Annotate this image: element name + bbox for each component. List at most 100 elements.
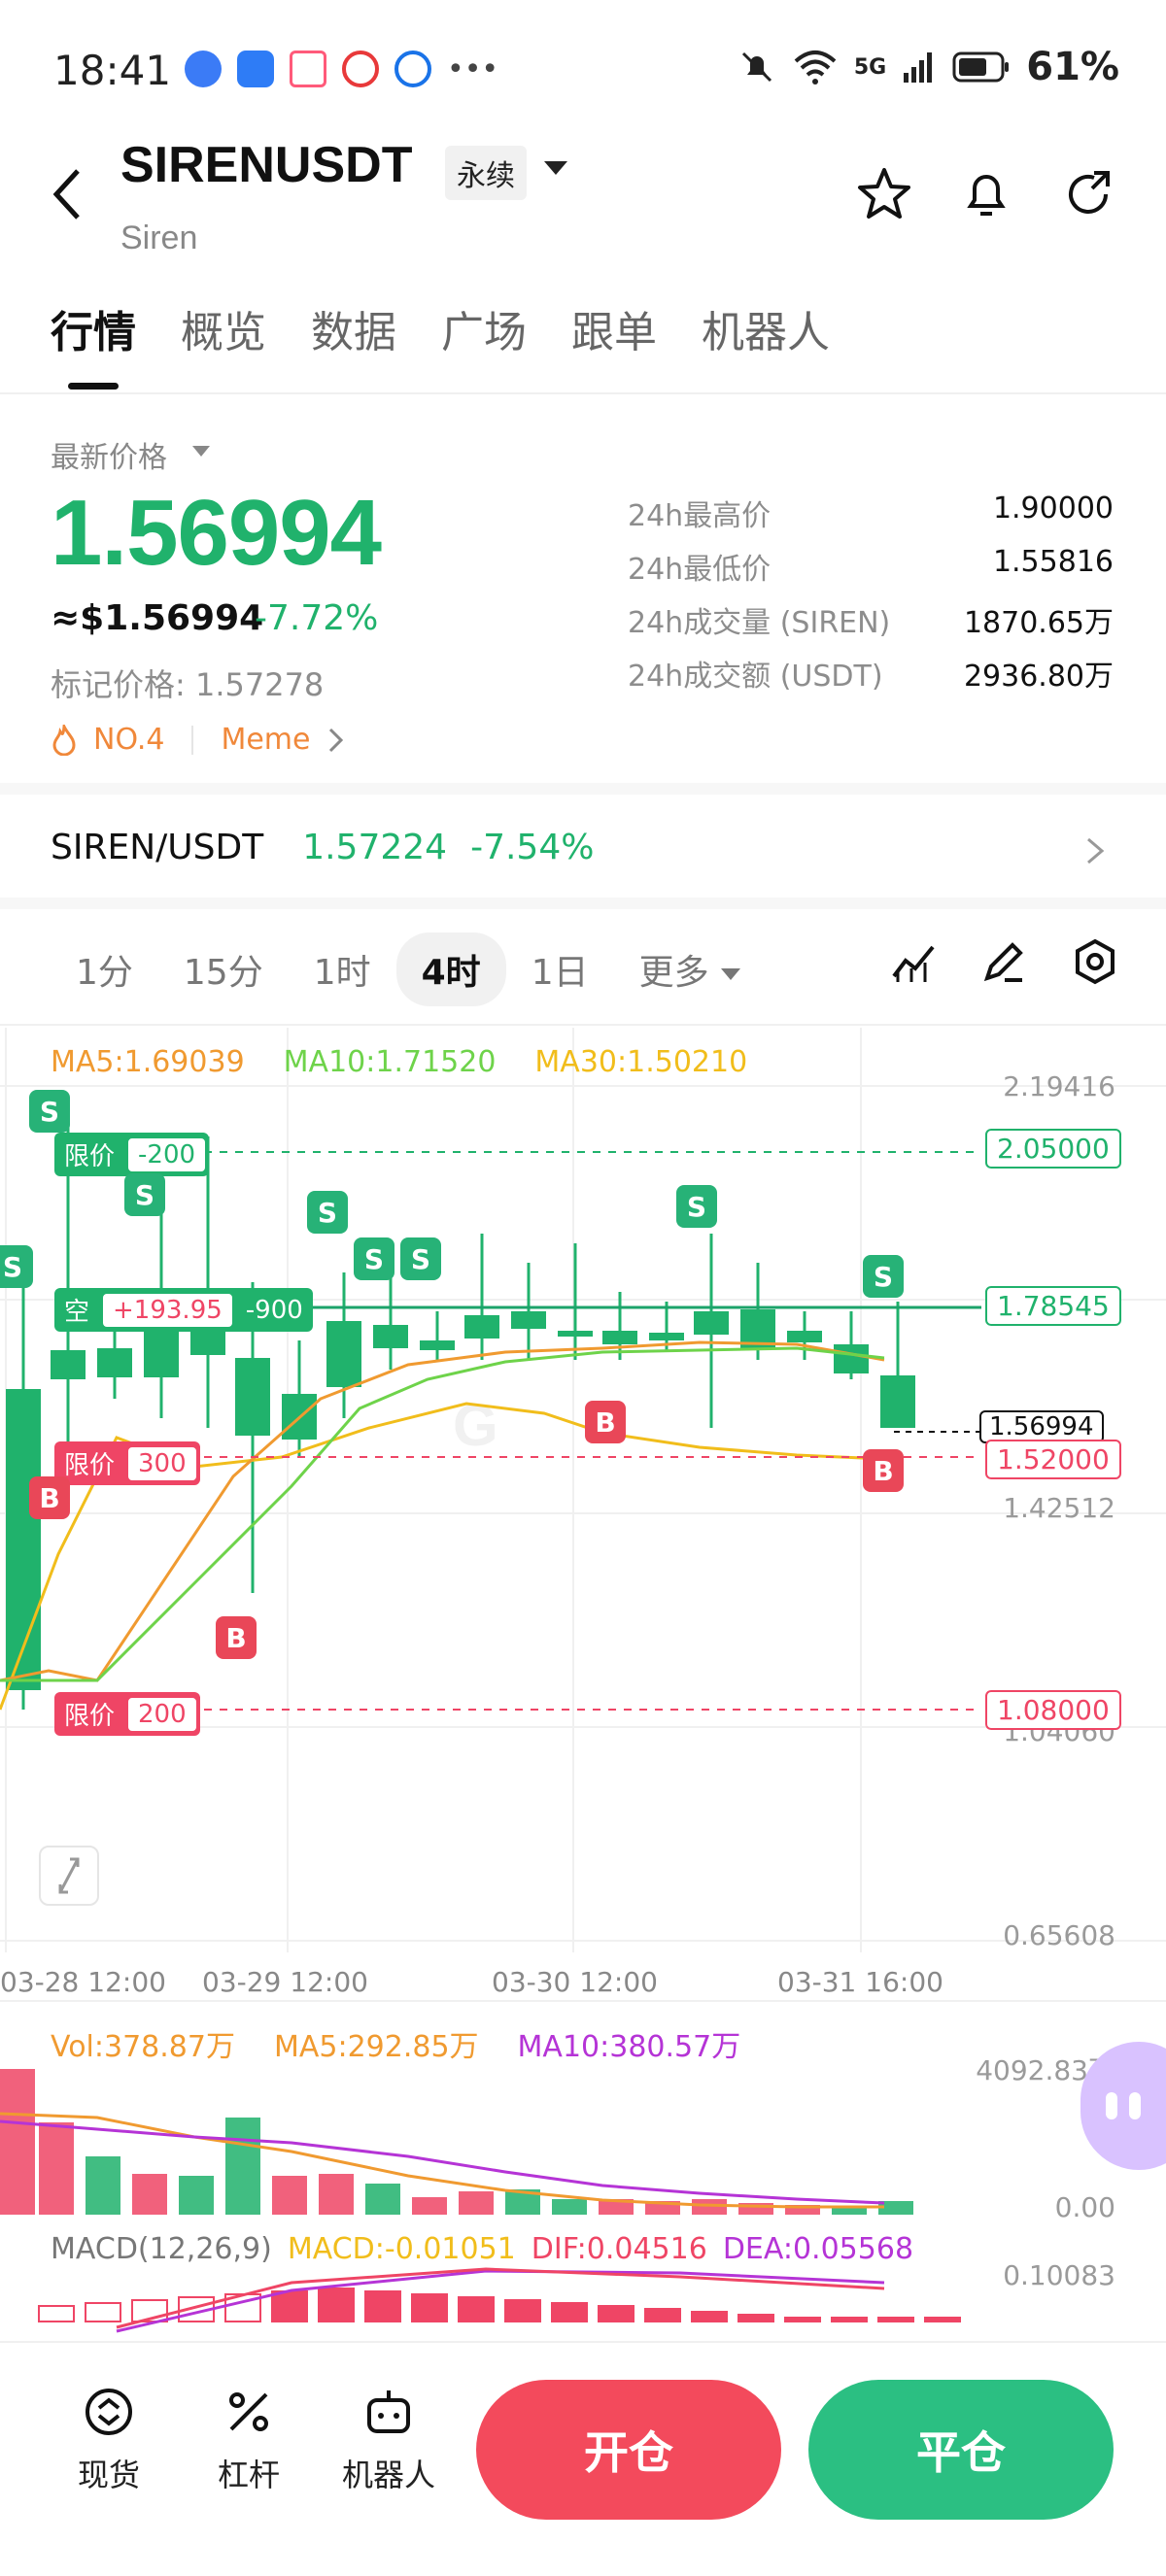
chevron-right-icon[interactable] <box>326 726 346 755</box>
timeframe-15m[interactable]: 15分 <box>158 932 289 1006</box>
volume-ma5: MA5:292.85万 <box>273 2030 479 2064</box>
chevron-right-icon[interactable] <box>1080 831 1110 870</box>
bell-icon[interactable] <box>957 165 1015 223</box>
sell-marker[interactable]: S <box>400 1237 441 1280</box>
draw-pencil-icon[interactable] <box>979 937 1028 986</box>
chevron-down-icon[interactable] <box>544 161 567 175</box>
wallet-app-icon <box>237 51 274 87</box>
tab-data[interactable]: 数据 <box>311 297 396 359</box>
contract-symbol[interactable]: SIRENUSDT <box>120 136 412 194</box>
sell-marker[interactable]: S <box>124 1173 165 1216</box>
stat-label: 24h最低价 <box>628 553 772 587</box>
order-price-tag[interactable]: 2.05000 <box>985 1129 1121 1169</box>
share-icon[interactable] <box>1059 165 1117 223</box>
timeframe-1h[interactable]: 1时 <box>289 932 396 1006</box>
position-pnl: +193.95 <box>101 1291 234 1329</box>
main-tabs: 行情 概览 数据 广场 跟单 机器人 <box>51 297 830 359</box>
fullscreen-button[interactable] <box>39 1846 99 1906</box>
order-price-tag[interactable]: 1.08000 <box>985 1690 1121 1730</box>
timeframe-more[interactable]: 更多 <box>614 932 766 1006</box>
order-price-tag[interactable]: 1.52000 <box>985 1440 1121 1479</box>
buy-marker[interactable]: B <box>585 1401 626 1443</box>
latest-price-label[interactable]: 最新价格 <box>51 433 167 476</box>
position-chip[interactable]: 空 +193.95 -900 <box>54 1288 313 1332</box>
sell-marker[interactable]: S <box>307 1191 348 1234</box>
spot-change: -7.54% <box>470 828 595 867</box>
contract-type-badge[interactable]: 永续 <box>445 146 527 200</box>
stat-row: 24h成交量 (SIREN) 1870.65万 <box>628 598 1114 652</box>
limit-order-chip[interactable]: 限价 300 <box>54 1441 200 1485</box>
tab-bots[interactable]: 机器人 <box>702 297 830 359</box>
candle-body <box>420 1340 455 1350</box>
candle-body <box>787 1331 822 1342</box>
macd-bar <box>318 2288 355 2322</box>
leverage-nav[interactable]: 杠杆 <box>190 2385 307 2495</box>
buy-marker[interactable]: B <box>863 1449 904 1492</box>
volume-bar <box>365 2184 400 2215</box>
rank-row[interactable]: NO.4 Meme <box>51 723 346 757</box>
spot-pair-name: SIREN/USDT <box>51 828 264 867</box>
volume-bar <box>132 2174 167 2215</box>
spot-nav-label: 现货 <box>77 2457 140 2493</box>
y-axis-label: 2.19416 <box>1003 1070 1115 1102</box>
candlestick-chart[interactable]: G <box>0 1020 1166 2341</box>
macd-bar <box>737 2314 774 2322</box>
sell-marker[interactable]: S <box>354 1237 394 1280</box>
stat-label: 24h成交额 (USDT) <box>628 660 883 694</box>
tab-square[interactable]: 广场 <box>441 297 527 359</box>
rank-label: NO.4 <box>93 723 165 757</box>
tab-copy-trading[interactable]: 跟单 <box>571 297 657 359</box>
candle-body <box>51 1350 86 1379</box>
position-price-tag[interactable]: 1.78545 <box>985 1286 1121 1326</box>
tab-market[interactable]: 行情 <box>51 297 136 359</box>
sell-marker[interactable]: S <box>676 1185 717 1228</box>
cloud-app-icon <box>394 51 431 87</box>
sell-marker[interactable]: S <box>863 1255 904 1298</box>
mark-price: 标记价格: 1.57278 <box>51 666 325 703</box>
settings-icon[interactable] <box>1071 937 1119 986</box>
macd-bar <box>38 2305 75 2322</box>
tab-overview[interactable]: 概览 <box>181 297 266 359</box>
status-indicators: 5G 61% <box>737 45 1119 89</box>
stat-label: 24h最高价 <box>628 499 772 533</box>
sector-tag[interactable]: Meme <box>221 723 310 757</box>
open-position-button[interactable]: 开仓 <box>476 2380 781 2520</box>
timeframe-1d[interactable]: 1日 <box>506 932 614 1006</box>
limit-order-chip[interactable]: 限价 200 <box>54 1692 200 1736</box>
timeframe-4h[interactable]: 4时 <box>395 932 506 1006</box>
back-icon[interactable] <box>49 165 87 223</box>
star-icon[interactable] <box>855 165 913 223</box>
bot-nav[interactable]: 机器人 <box>330 2385 447 2495</box>
volume-legend: Vol:378.87万 MA5:292.85万 MA10:380.57万 <box>51 2022 740 2065</box>
volume-bar <box>459 2191 494 2215</box>
indicator-icon[interactable] <box>890 937 939 986</box>
stat-value: 1870.65万 <box>963 606 1114 640</box>
robot-icon <box>367 2390 410 2433</box>
stat-row: 24h成交额 (USDT) 2936.80万 <box>628 652 1114 705</box>
spot-pair-row[interactable]: SIREN/USDT 1.57224 -7.54% <box>51 828 594 867</box>
candle-body <box>602 1331 637 1344</box>
close-position-button[interactable]: 平仓 <box>808 2380 1114 2520</box>
usd-price: ≈$1.56994 <box>51 598 264 638</box>
macd-bar <box>691 2311 728 2322</box>
buy-marker[interactable]: B <box>29 1476 70 1519</box>
timeframe-1m[interactable]: 1分 <box>51 932 158 1006</box>
spot-nav[interactable]: 现货 <box>51 2385 167 2495</box>
macd-max-label: 0.10083 <box>1003 2259 1115 2291</box>
sell-marker[interactable]: S <box>29 1090 70 1133</box>
candle-body <box>326 1321 361 1387</box>
ma30-value: MA30:1.50210 <box>534 1045 748 1079</box>
coin-name: Siren <box>120 220 198 256</box>
status-time: 18:41 <box>53 47 172 94</box>
buy-marker[interactable]: B <box>216 1616 257 1659</box>
sell-marker[interactable]: S <box>0 1245 33 1288</box>
macd-bar <box>598 2305 634 2322</box>
fire-icon <box>52 724 76 756</box>
x-axis-label: 03-29 12:00 <box>202 1966 368 1998</box>
candle-body <box>834 1344 869 1373</box>
macd-legend: MACD(12,26,9) MACD:-0.01051 DIF:0.04516 … <box>51 2232 913 2266</box>
chevron-down-icon[interactable] <box>192 446 210 457</box>
assistant-bubble[interactable] <box>1080 2042 1166 2170</box>
limit-order-chip[interactable]: 限价 -200 <box>54 1133 210 1176</box>
volume-bar <box>272 2176 307 2215</box>
